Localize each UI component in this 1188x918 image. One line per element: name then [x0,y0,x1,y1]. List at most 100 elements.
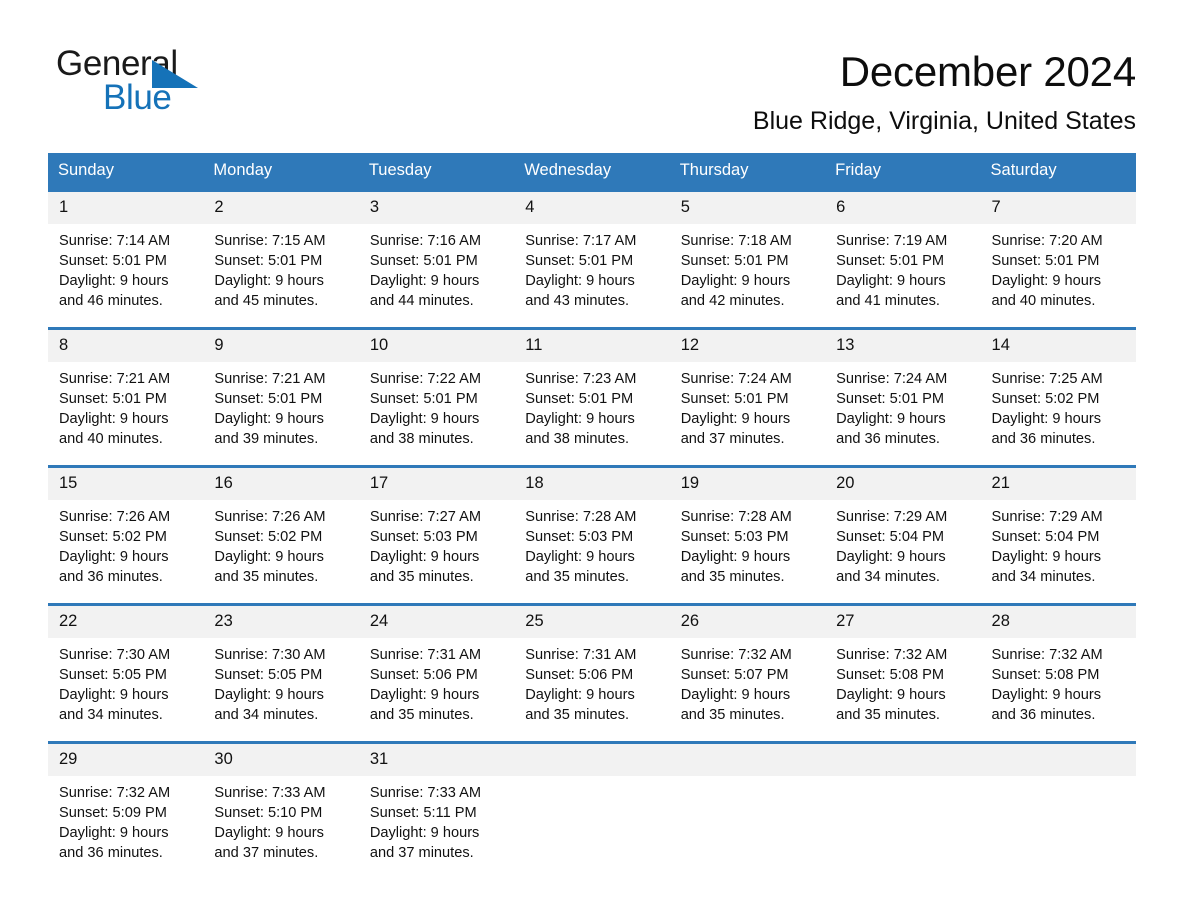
day-number[interactable]: 25 [514,606,669,638]
daylight-text-line1: Daylight: 9 hours [59,411,169,428]
daylight-text-line1: Daylight: 9 hours [59,825,169,842]
day-cell[interactable]: Sunrise: 7:14 AM Sunset: 5:01 PM Dayligh… [48,224,203,327]
day-cell[interactable]: Sunrise: 7:25 AM Sunset: 5:02 PM Dayligh… [981,362,1136,465]
day-number[interactable]: 9 [203,330,358,362]
day-cell[interactable]: Sunrise: 7:24 AM Sunset: 5:01 PM Dayligh… [825,362,980,465]
sunrise-text: Sunrise: 7:16 AM [369,233,481,250]
day-number[interactable]: 12 [670,330,825,362]
daylight-text-line1: Daylight: 9 hours [59,549,169,566]
day-cell[interactable]: Sunrise: 7:28 AM Sunset: 5:03 PM Dayligh… [670,500,825,603]
daylight-text-line2: and 34 minutes. [836,569,940,586]
day-cell[interactable]: Sunrise: 7:21 AM Sunset: 5:01 PM Dayligh… [48,362,203,465]
day-cell[interactable]: Sunrise: 7:33 AM Sunset: 5:10 PM Dayligh… [203,776,358,879]
day-cell[interactable]: Sunrise: 7:26 AM Sunset: 5:02 PM Dayligh… [203,500,358,603]
day-cell[interactable]: Sunrise: 7:33 AM Sunset: 5:11 PM Dayligh… [359,776,514,879]
day-cell[interactable]: Sunrise: 7:24 AM Sunset: 5:01 PM Dayligh… [670,362,825,465]
day-number[interactable]: 2 [203,192,358,224]
day-number[interactable]: 30 [203,744,358,776]
daylight-text-line1: Daylight: 9 hours [214,549,324,566]
sunrise-text: Sunrise: 7:31 AM [369,647,481,664]
day-number[interactable]: 26 [670,606,825,638]
sunrise-text: Sunrise: 7:30 AM [214,647,326,664]
day-cell[interactable]: Sunrise: 7:22 AM Sunset: 5:01 PM Dayligh… [359,362,514,465]
daylight-text-line1: Daylight: 9 hours [836,411,946,428]
day-cell[interactable]: Sunrise: 7:17 AM Sunset: 5:01 PM Dayligh… [514,224,669,327]
daylight-text-line2: and 35 minutes. [525,569,630,586]
day-number[interactable]: 5 [670,192,825,224]
day-number[interactable]: 6 [825,192,980,224]
day-number[interactable]: 27 [825,606,980,638]
day-cell-empty [981,776,1136,879]
day-number[interactable]: 11 [514,330,669,362]
generalblue-logo: General Blue [56,46,246,124]
sunset-text: Sunset: 5:03 PM [680,529,789,546]
day-cell[interactable]: Sunrise: 7:21 AM Sunset: 5:01 PM Dayligh… [203,362,358,465]
day-cell[interactable]: Sunrise: 7:30 AM Sunset: 5:05 PM Dayligh… [203,638,358,741]
day-cell[interactable]: Sunrise: 7:32 AM Sunset: 5:08 PM Dayligh… [825,638,980,741]
sunrise-text: Sunrise: 7:20 AM [991,233,1103,250]
day-number[interactable]: 13 [825,330,980,362]
day-number[interactable]: 18 [514,468,669,500]
day-cell[interactable]: Sunrise: 7:19 AM Sunset: 5:01 PM Dayligh… [825,224,980,327]
day-number[interactable]: 21 [981,468,1136,500]
daylight-text-line1: Daylight: 9 hours [59,273,169,290]
weekday-header-monday: Monday [213,161,273,180]
day-cell[interactable]: Sunrise: 7:29 AM Sunset: 5:04 PM Dayligh… [981,500,1136,603]
day-number-band: 29 30 31 [48,744,1136,777]
day-number[interactable]: 19 [670,468,825,500]
day-number[interactable]: 15 [48,468,203,500]
day-number-band: 1 2 3 4 5 6 7 [48,192,1136,225]
day-cell[interactable]: Sunrise: 7:15 AM Sunset: 5:01 PM Dayligh… [203,224,358,327]
day-cell[interactable]: Sunrise: 7:28 AM Sunset: 5:03 PM Dayligh… [514,500,669,603]
day-number[interactable]: 4 [514,192,669,224]
day-number[interactable]: 1 [48,192,203,224]
page-title: December 2024 [839,48,1136,95]
day-number[interactable]: 29 [48,744,203,776]
day-cell[interactable]: Sunrise: 7:20 AM Sunset: 5:01 PM Dayligh… [981,224,1136,327]
daylight-text-line1: Daylight: 9 hours [525,411,635,428]
sunrise-text: Sunrise: 7:23 AM [525,371,637,388]
day-number[interactable]: 7 [981,192,1136,224]
daylight-text-line1: Daylight: 9 hours [991,687,1102,704]
sunset-text: Sunset: 5:01 PM [214,253,323,270]
daylight-text-line1: Daylight: 9 hours [680,411,791,428]
day-number[interactable]: 16 [203,468,358,500]
day-number[interactable]: 23 [203,606,358,638]
sunset-text: Sunset: 5:01 PM [680,253,789,270]
sunrise-text: Sunrise: 7:33 AM [214,785,326,802]
day-cell[interactable]: Sunrise: 7:29 AM Sunset: 5:04 PM Dayligh… [825,500,980,603]
sunset-text: Sunset: 5:08 PM [991,667,1100,684]
daylight-text-line2: and 38 minutes. [525,431,630,448]
day-number[interactable]: 20 [825,468,980,500]
day-number[interactable]: 22 [48,606,203,638]
day-cell[interactable]: Sunrise: 7:32 AM Sunset: 5:08 PM Dayligh… [981,638,1136,741]
day-number[interactable]: 14 [981,330,1136,362]
day-number[interactable]: 31 [359,744,514,776]
day-cell[interactable]: Sunrise: 7:31 AM Sunset: 5:06 PM Dayligh… [514,638,669,741]
weekday-header-saturday: Saturday [990,161,1057,180]
day-cell[interactable]: Sunrise: 7:32 AM Sunset: 5:07 PM Dayligh… [670,638,825,741]
day-cell[interactable]: Sunrise: 7:18 AM Sunset: 5:01 PM Dayligh… [670,224,825,327]
sunrise-text: Sunrise: 7:29 AM [836,509,948,526]
day-number[interactable]: 3 [359,192,514,224]
sunrise-text: Sunrise: 7:21 AM [214,371,326,388]
day-number[interactable]: 24 [359,606,514,638]
day-cell[interactable]: Sunrise: 7:23 AM Sunset: 5:01 PM Dayligh… [514,362,669,465]
day-detail-band: Sunrise: 7:21 AM Sunset: 5:01 PM Dayligh… [48,362,1136,466]
sunset-text: Sunset: 5:05 PM [214,667,323,684]
day-number[interactable]: 10 [359,330,514,362]
day-cell[interactable]: Sunrise: 7:16 AM Sunset: 5:01 PM Dayligh… [359,224,514,327]
day-cell[interactable]: Sunrise: 7:30 AM Sunset: 5:05 PM Dayligh… [48,638,203,741]
sunset-text: Sunset: 5:10 PM [214,805,323,822]
day-cell[interactable]: Sunrise: 7:26 AM Sunset: 5:02 PM Dayligh… [48,500,203,603]
day-cell[interactable]: Sunrise: 7:27 AM Sunset: 5:03 PM Dayligh… [359,500,514,603]
daylight-text-line2: and 36 minutes. [59,569,163,586]
day-number[interactable]: 28 [981,606,1136,638]
calendar-page: General Blue December 2024 Blue Ridge, V… [0,0,1188,918]
day-cell[interactable]: Sunrise: 7:32 AM Sunset: 5:09 PM Dayligh… [48,776,203,879]
day-number[interactable]: 8 [48,330,203,362]
sunset-text: Sunset: 5:01 PM [525,253,634,270]
day-number[interactable]: 17 [359,468,514,500]
daylight-text-line1: Daylight: 9 hours [991,549,1102,566]
day-cell[interactable]: Sunrise: 7:31 AM Sunset: 5:06 PM Dayligh… [359,638,514,741]
